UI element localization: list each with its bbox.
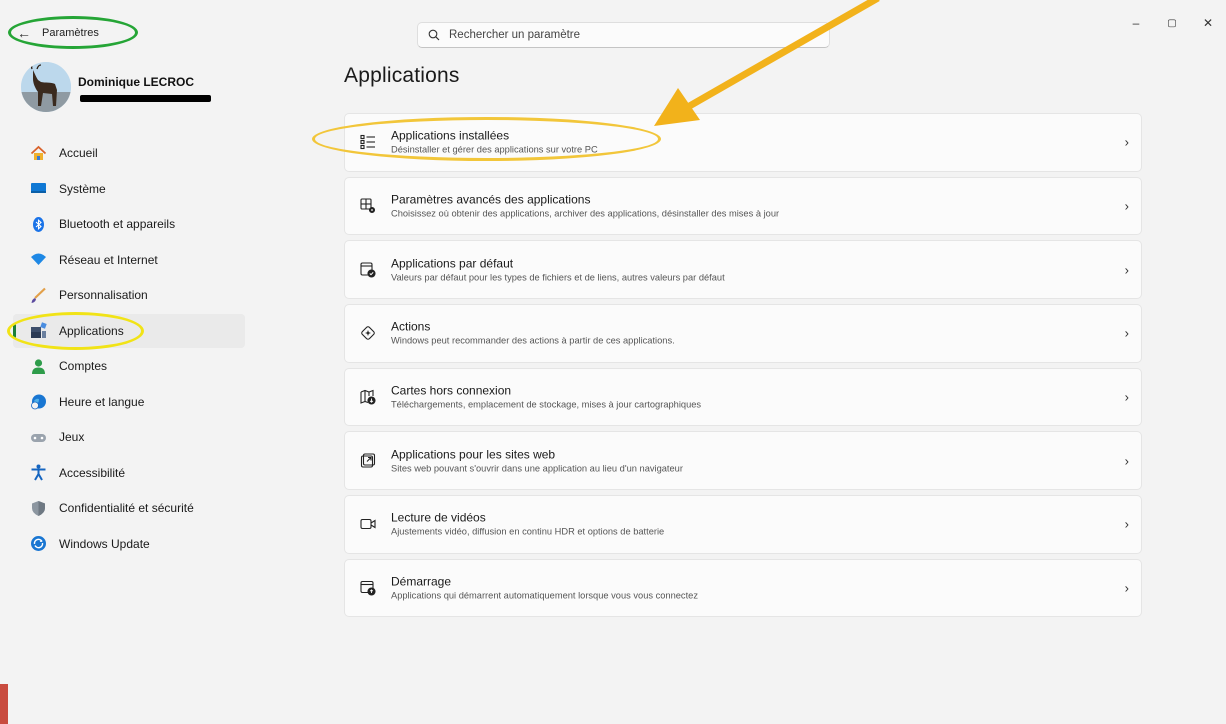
sidebar-nav: Accueil Système Bluetooth et appareils R…: [13, 136, 245, 562]
settings-card-list: Applications installées Désinstaller et …: [344, 113, 1142, 623]
chevron-right-icon: ›: [1124, 262, 1129, 278]
chevron-right-icon: ›: [1124, 325, 1129, 341]
card-description: Choisissez où obtenir des applications, …: [391, 208, 780, 219]
card-parametres-avances[interactable]: Paramètres avancés des applications Choi…: [344, 176, 1142, 236]
restore-button[interactable]: ▢: [1154, 12, 1190, 34]
open-in-app-icon: [359, 452, 377, 470]
window-controls: – ▢ ✕: [1118, 12, 1226, 34]
shield-icon: [30, 500, 47, 517]
sidebar-item-bluetooth[interactable]: Bluetooth et appareils: [13, 207, 245, 241]
card-text: Cartes hors connexion Téléchargements, e…: [391, 384, 701, 411]
sidebar-item-label: Heure et langue: [59, 394, 145, 409]
sidebar-item-windows-update[interactable]: Windows Update: [13, 527, 245, 561]
annotation-arrow: [654, 0, 880, 126]
close-button[interactable]: ✕: [1190, 12, 1226, 34]
brush-icon: [30, 287, 47, 304]
edge-artifact: [0, 684, 8, 724]
annotation-green-oval: [8, 16, 138, 49]
user-profile[interactable]: Dominique LECROC: [21, 62, 194, 112]
accessibility-icon: [30, 464, 47, 481]
sidebar-item-personnalisation[interactable]: Personnalisation: [13, 278, 245, 312]
sidebar-item-label: Accueil: [59, 146, 98, 160]
video-icon: [359, 515, 377, 533]
card-text: Démarrage Applications qui démarrent aut…: [391, 575, 698, 602]
gamepad-icon: [30, 429, 47, 446]
card-text: Applications par défaut Valeurs par défa…: [391, 256, 725, 283]
startup-icon: [359, 579, 377, 597]
sidebar-item-label: Bluetooth et appareils: [59, 217, 176, 231]
card-sites-web[interactable]: Applications pour les sites web Sites we…: [344, 431, 1142, 490]
sidebar-item-accessibilite[interactable]: Accessibilité: [13, 456, 245, 490]
page-title: Applications: [344, 64, 460, 87]
card-title: Applications par défaut: [391, 256, 514, 271]
card-title: Paramètres avancés des applications: [391, 192, 591, 207]
card-description: Applications qui démarrent automatiqueme…: [391, 590, 698, 601]
globe-clock-icon: [30, 393, 47, 410]
card-description: Sites web pouvant s'ouvrir dans une appl…: [391, 463, 683, 474]
sidebar-item-label: Comptes: [59, 359, 108, 373]
chevron-right-icon: ›: [1124, 516, 1129, 532]
search-input[interactable]: Rechercher un paramètre: [449, 29, 580, 41]
card-text: Paramètres avancés des applications Choi…: [391, 192, 779, 219]
sidebar-item-label: Réseau et Internet: [59, 252, 158, 267]
chevron-right-icon: ›: [1124, 134, 1129, 150]
sidebar-item-accueil[interactable]: Accueil: [13, 136, 245, 170]
chevron-right-icon: ›: [1124, 580, 1129, 596]
annotation-orange-oval: [312, 117, 661, 161]
sidebar-item-confidentialite[interactable]: Confidentialité et sécurité: [13, 491, 245, 525]
sidebar-item-label: Personnalisation: [59, 288, 148, 302]
card-text: Lecture de vidéos Ajustements vidéo, dif…: [391, 511, 664, 538]
card-demarrage[interactable]: Démarrage Applications qui démarrent aut…: [344, 558, 1142, 618]
bluetooth-icon: [30, 216, 47, 233]
sidebar-item-comptes[interactable]: Comptes: [13, 349, 245, 383]
sidebar-item-label: Accessibilité: [59, 465, 126, 480]
home-icon: [30, 145, 47, 162]
sidebar-item-heure-langue[interactable]: Heure et langue: [13, 385, 245, 419]
card-title: Cartes hors connexion: [391, 383, 512, 398]
card-cartes-hors-connexion[interactable]: Cartes hors connexion Téléchargements, e…: [344, 367, 1142, 427]
card-text: Applications pour les sites web Sites we…: [391, 447, 683, 474]
search-icon: [428, 29, 440, 41]
card-description: Téléchargements, emplacement de stockage…: [391, 399, 702, 410]
card-description: Ajustements vidéo, diffusion en continu …: [391, 526, 665, 537]
minimize-button[interactable]: –: [1118, 12, 1154, 34]
system-icon: [30, 180, 47, 197]
app-gear-icon: [359, 197, 377, 215]
card-actions[interactable]: Actions Windows peut recommander des act…: [344, 304, 1142, 363]
card-lecture-videos[interactable]: Lecture de vidéos Ajustements vidéo, dif…: [344, 495, 1142, 554]
card-title: Démarrage: [391, 574, 452, 589]
sidebar-item-label: Confidentialité et sécurité: [59, 501, 194, 515]
annotation-yellow-oval: [7, 312, 144, 350]
sidebar-item-label: Système: [59, 181, 106, 196]
redacted-email: [80, 95, 211, 102]
card-description: Windows peut recommander des actions à p…: [391, 335, 675, 346]
sidebar-item-systeme[interactable]: Système: [13, 172, 245, 206]
card-description: Valeurs par défaut pour les types de fic…: [391, 272, 725, 283]
sidebar-item-jeux[interactable]: Jeux: [13, 420, 245, 454]
wifi-icon: [30, 251, 47, 268]
chevron-right-icon: ›: [1124, 389, 1129, 405]
user-name: Dominique LECROC: [78, 75, 194, 89]
avatar: [21, 62, 71, 112]
account-icon: [30, 358, 47, 375]
chevron-right-icon: ›: [1124, 453, 1129, 469]
map-icon: [359, 388, 377, 406]
card-applications-par-defaut[interactable]: Applications par défaut Valeurs par défa…: [344, 240, 1142, 299]
card-text: Actions Windows peut recommander des act…: [391, 320, 675, 347]
card-title: Applications pour les sites web: [391, 447, 556, 462]
chevron-right-icon: ›: [1124, 198, 1129, 214]
actions-icon: [359, 324, 377, 342]
sidebar-item-reseau[interactable]: Réseau et Internet: [13, 243, 245, 277]
sidebar-item-label: Jeux: [59, 430, 85, 444]
title-bar: ← Paramètres Rechercher un paramètre – ▢…: [0, 0, 1226, 64]
card-title: Actions: [391, 319, 431, 334]
default-apps-icon: [359, 261, 377, 279]
sidebar-item-label: Windows Update: [59, 536, 150, 551]
update-icon: [30, 535, 47, 552]
card-title: Lecture de vidéos: [391, 510, 486, 525]
